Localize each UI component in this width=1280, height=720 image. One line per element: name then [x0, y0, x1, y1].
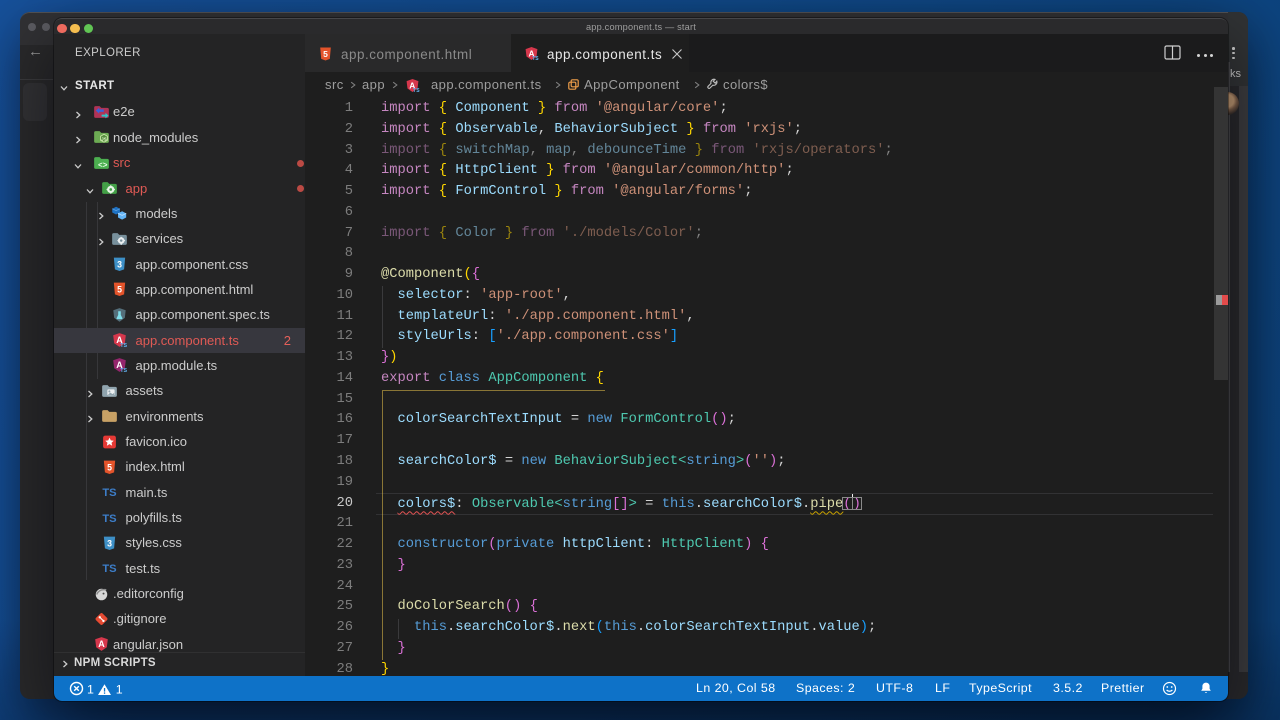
svg-text:JS: JS	[101, 136, 106, 141]
svg-text:A: A	[98, 639, 105, 649]
svg-text:TS: TS	[102, 513, 117, 525]
svg-text:<>: <>	[98, 161, 108, 170]
svg-text:5: 5	[117, 285, 122, 295]
svg-text:TS: TS	[532, 56, 539, 61]
svg-text:TS: TS	[102, 563, 117, 575]
svg-text:3: 3	[117, 259, 122, 269]
svg-text:5: 5	[107, 462, 112, 472]
svg-text:TS: TS	[102, 487, 117, 499]
svg-text:5: 5	[323, 49, 328, 59]
svg-text:3: 3	[107, 538, 112, 548]
svg-text:TS: TS	[413, 88, 420, 93]
svg-text:TS: TS	[120, 343, 127, 348]
svg-text:TS: TS	[120, 368, 127, 373]
